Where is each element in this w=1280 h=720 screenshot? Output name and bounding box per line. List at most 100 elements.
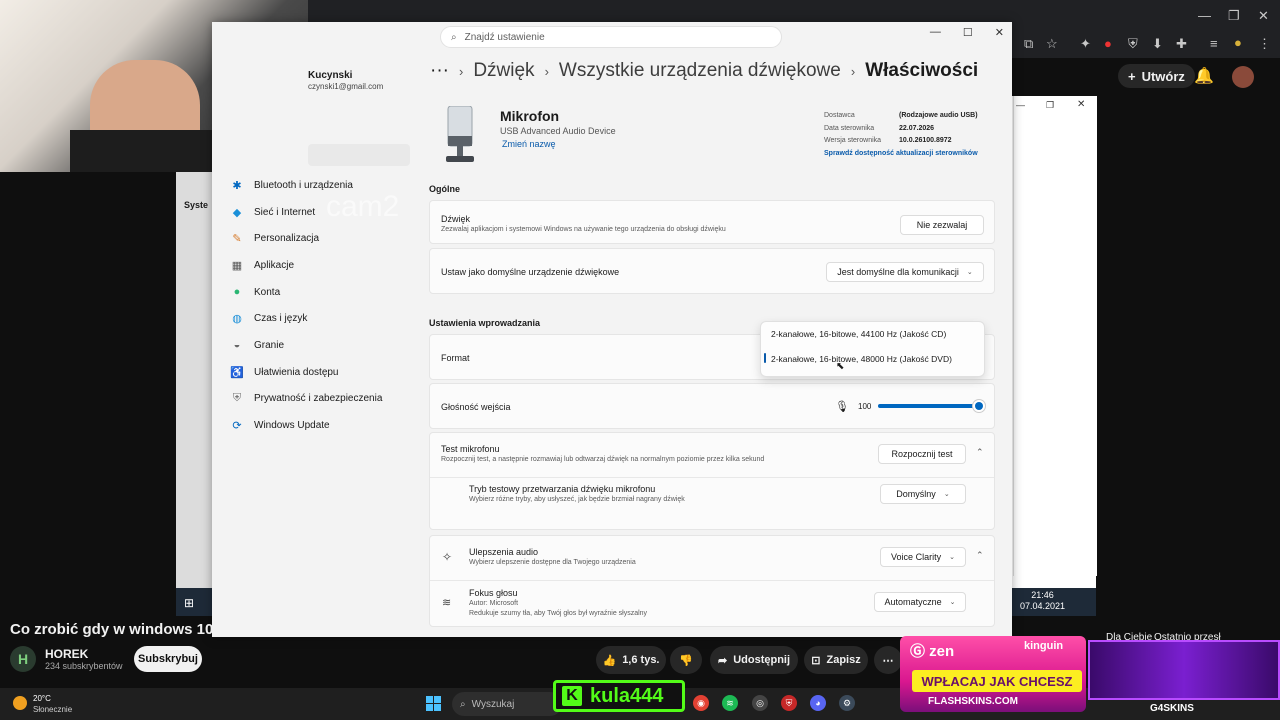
- cast-icon[interactable]: ⧉: [1024, 36, 1033, 52]
- enhancement-dropdown[interactable]: Voice Clarity ⌄: [880, 547, 966, 567]
- save-button[interactable]: ⊡ Zapisz: [804, 646, 868, 674]
- obs-icon[interactable]: ◎: [752, 695, 768, 711]
- taskbar-search[interactable]: ⌕ Wyszukaj: [452, 692, 562, 716]
- chevron-up-icon[interactable]: ⌃: [976, 447, 984, 458]
- sidebar-item[interactable]: ◒ Granie: [228, 332, 418, 359]
- channel-name[interactable]: HOREK: [45, 647, 88, 661]
- shield-ext-icon[interactable]: ⛨: [1128, 36, 1138, 52]
- bluetooth-icon: ✱: [232, 179, 242, 192]
- extension-icon[interactable]: ✦: [1080, 36, 1091, 52]
- sidebar-item-label: Personalizacja: [254, 233, 320, 245]
- chevron-down-icon: ⌄: [949, 554, 955, 561]
- format-option[interactable]: 2-kanałowe, 16-bitowe, 44100 Hz (Jakość …: [771, 329, 946, 339]
- subscribe-button[interactable]: Subskrybuj: [134, 646, 202, 672]
- sidebar-item-label: Prywatność i zabezpieczenia: [254, 393, 383, 405]
- download-icon[interactable]: ⬇: [1152, 36, 1163, 52]
- driver-row: Data sterownika 22.07.2026: [824, 124, 935, 132]
- windows-start-icon[interactable]: [426, 696, 441, 711]
- video-clock: 21:46 07.04.2021: [1020, 590, 1066, 611]
- card-desc: Wybierz ulepszenie dostępne dla Twojego …: [469, 559, 636, 566]
- like-button[interactable]: 👍 1,6 tys.: [596, 646, 666, 674]
- restore-icon[interactable]: ❐: [1228, 8, 1240, 24]
- default-device-card: Ustaw jako domyślne urządzenie dźwiękowe…: [429, 248, 995, 294]
- spotify-icon[interactable]: ≋: [722, 695, 738, 711]
- breadcrumb-item[interactable]: Wszystkie urządzenia dźwiękowe: [559, 60, 841, 82]
- voice-focus-dropdown[interactable]: Automatyczne ⌄: [874, 592, 966, 612]
- more-vert-icon[interactable]: ⋮: [1258, 36, 1271, 52]
- search-icon: ⌕: [460, 698, 466, 710]
- settings-window: — ☐ ✕ ⌕ Znajdź ustawienie Kucynski czyns…: [212, 22, 1012, 637]
- puzzle-icon[interactable]: ✚: [1176, 36, 1187, 52]
- close-icon[interactable]: ✕: [1258, 8, 1269, 24]
- chevron-down-icon: ⌄: [949, 599, 956, 606]
- breadcrumb-more[interactable]: ···: [430, 60, 449, 82]
- thumb-up-icon: 👍: [602, 654, 617, 667]
- update-icon: ⟳: [232, 420, 242, 433]
- volume-slider[interactable]: [878, 404, 978, 408]
- sidebar-item[interactable]: ⟳ Windows Update: [228, 412, 418, 439]
- dislike-button[interactable]: 👎: [670, 646, 702, 674]
- weather-temperature[interactable]: 20°C: [33, 694, 51, 703]
- profile-icon[interactable]: ●: [1234, 35, 1242, 50]
- bell-icon[interactable]: 🔔: [1194, 66, 1214, 86]
- sun-icon[interactable]: [13, 696, 27, 710]
- weather-description[interactable]: Słonecznie: [33, 705, 72, 714]
- bookmark-icon: ⊡: [811, 654, 821, 667]
- chevron-down-icon: ⌄: [943, 491, 950, 498]
- format-option-selected[interactable]: 2-kanałowe, 16-bitowe, 48000 Hz (Jakość …: [771, 354, 952, 364]
- sidebar-item[interactable]: ⛨ Prywatność i zabezpieczenia: [228, 386, 418, 413]
- search-input[interactable]: ⌕ Znajdź ustawienie: [440, 26, 782, 48]
- discord-icon[interactable]: ◕: [810, 695, 826, 711]
- rename-link[interactable]: Zmień nazwę: [502, 139, 556, 149]
- dont-allow-button[interactable]: Nie zezwalaj: [900, 215, 984, 235]
- share-button[interactable]: ➦ Udostępnij: [710, 646, 798, 674]
- chevron-right-icon: ›: [544, 63, 549, 79]
- start-test-button[interactable]: Rozpocznij test: [878, 444, 966, 464]
- close-icon[interactable]: ✕: [995, 26, 1004, 39]
- sidebar-item[interactable]: ✎ Personalizacja: [228, 225, 418, 252]
- driver-update-link[interactable]: Sprawdź dostępność aktualizacji sterowni…: [824, 150, 978, 157]
- divider: [430, 580, 994, 581]
- voice-focus-icon: ≋: [442, 597, 452, 609]
- card-desc: Zezwalaj aplikacjom i systemowi Windows …: [441, 226, 726, 233]
- maximize-icon[interactable]: ☐: [963, 26, 973, 39]
- gamepad-icon: ◒: [233, 339, 241, 352]
- chrome-icon[interactable]: ◉: [693, 695, 709, 711]
- sidebar-item[interactable]: ● Konta: [228, 279, 418, 306]
- sidebar-item[interactable]: ♿ Ułatwienia dostępu: [228, 359, 418, 386]
- card-title: Ustaw jako domyślne urządzenie dźwiękowe: [441, 267, 620, 277]
- plus-icon: +: [1128, 68, 1136, 84]
- minimize-icon[interactable]: —: [930, 26, 941, 39]
- webcam-label: cam2: [326, 190, 400, 223]
- bookmark-star-icon[interactable]: ☆: [1046, 36, 1058, 52]
- avatar[interactable]: [1232, 66, 1254, 88]
- create-button[interactable]: + Utwórz: [1118, 64, 1195, 88]
- video-start-icon: ⊞: [184, 596, 195, 610]
- more-actions-button[interactable]: ⋯: [874, 646, 902, 674]
- sidebar-item[interactable]: ▦ Aplikacje: [228, 252, 418, 279]
- sidebar-item-label: Granie: [254, 339, 285, 351]
- test-mode-dropdown[interactable]: Domyślny ⌄: [880, 484, 966, 504]
- channel-avatar[interactable]: H: [10, 646, 36, 672]
- sidebar-item-label: Konta: [254, 286, 281, 298]
- default-device-dropdown[interactable]: Jest domyślne dla komunikacji ⌄: [826, 262, 984, 282]
- device-name: Mikrofon: [500, 108, 560, 124]
- driver-info: Dostawca (Rodzajowe audio USB) Data stero…: [824, 110, 978, 148]
- breadcrumb-item[interactable]: Dźwięk: [473, 60, 534, 82]
- shield-app-icon[interactable]: ⛨: [781, 695, 797, 711]
- volume-slider-thumb[interactable]: [975, 402, 983, 410]
- sidebar-item-label: Czas i język: [254, 313, 308, 325]
- video-title: Co zrobić gdy w windows 10 nie d: [10, 621, 214, 638]
- menu-lines-icon[interactable]: ≡: [1210, 36, 1218, 51]
- accessibility-icon: ♿: [230, 366, 244, 379]
- minimize-icon[interactable]: —: [1198, 8, 1211, 23]
- sponsor-slogan: WPŁACAJ JAK CHCESZ: [912, 670, 1082, 692]
- video-close-icon: ✕: [1077, 99, 1086, 110]
- chevron-up-icon[interactable]: ⌃: [976, 550, 984, 561]
- video-minimize-icon: —: [1016, 100, 1025, 110]
- more-horiz-icon: ⋯: [882, 654, 894, 667]
- sidebar-item[interactable]: ◍ Czas i język: [228, 305, 418, 332]
- extension-record-icon[interactable]: ●: [1104, 36, 1112, 51]
- driver-row: Wersja sterownika 10.0.26100.8972: [824, 137, 952, 145]
- settings-gear-icon[interactable]: ⚙: [839, 695, 855, 711]
